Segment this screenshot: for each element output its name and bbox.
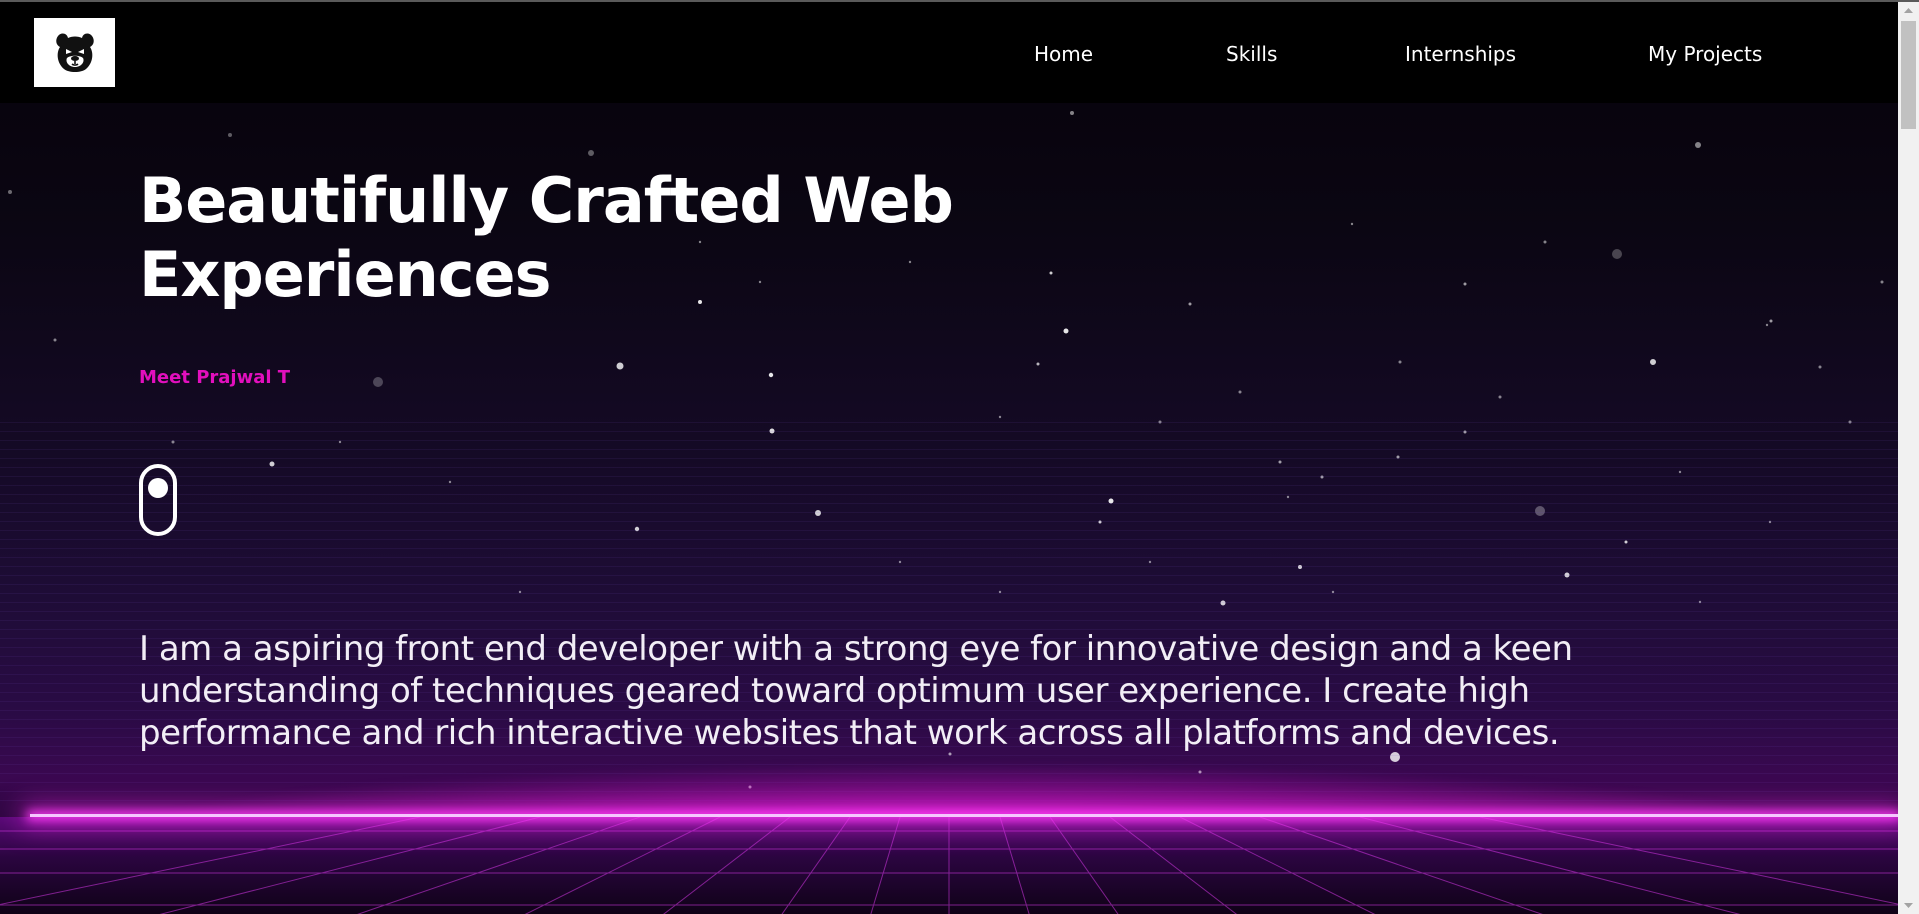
- nav-my-projects[interactable]: My Projects: [1648, 42, 1762, 66]
- bear-face-icon: [55, 33, 94, 72]
- hero-bio: I am a aspiring front end developer with…: [139, 629, 1573, 753]
- mouse-scroll-wheel: [148, 478, 168, 498]
- scrollbar-thumb[interactable]: [1901, 21, 1916, 129]
- navbar: Home Skills Internships My Projects: [0, 2, 1898, 103]
- mouse-scroll-icon[interactable]: [139, 464, 177, 536]
- scroll-up-arrow-icon[interactable]: [1898, 2, 1919, 19]
- nav-internships[interactable]: Internships: [1405, 42, 1516, 66]
- neon-grid-floor: [0, 817, 1898, 914]
- logo[interactable]: [34, 18, 115, 87]
- page: Home Skills Internships My Projects Beau…: [0, 2, 1898, 914]
- scroll-down-arrow-icon[interactable]: [1898, 897, 1919, 914]
- vertical-scrollbar[interactable]: [1898, 2, 1919, 914]
- horizon-line: [30, 814, 1898, 817]
- nav-skills[interactable]: Skills: [1226, 42, 1277, 66]
- nav-home[interactable]: Home: [1034, 42, 1093, 66]
- hero-subtitle: Meet Prajwal T: [139, 367, 291, 388]
- hero-title: Beautifully Crafted Web Experiences: [139, 164, 954, 311]
- grid-lines: [0, 817, 1898, 914]
